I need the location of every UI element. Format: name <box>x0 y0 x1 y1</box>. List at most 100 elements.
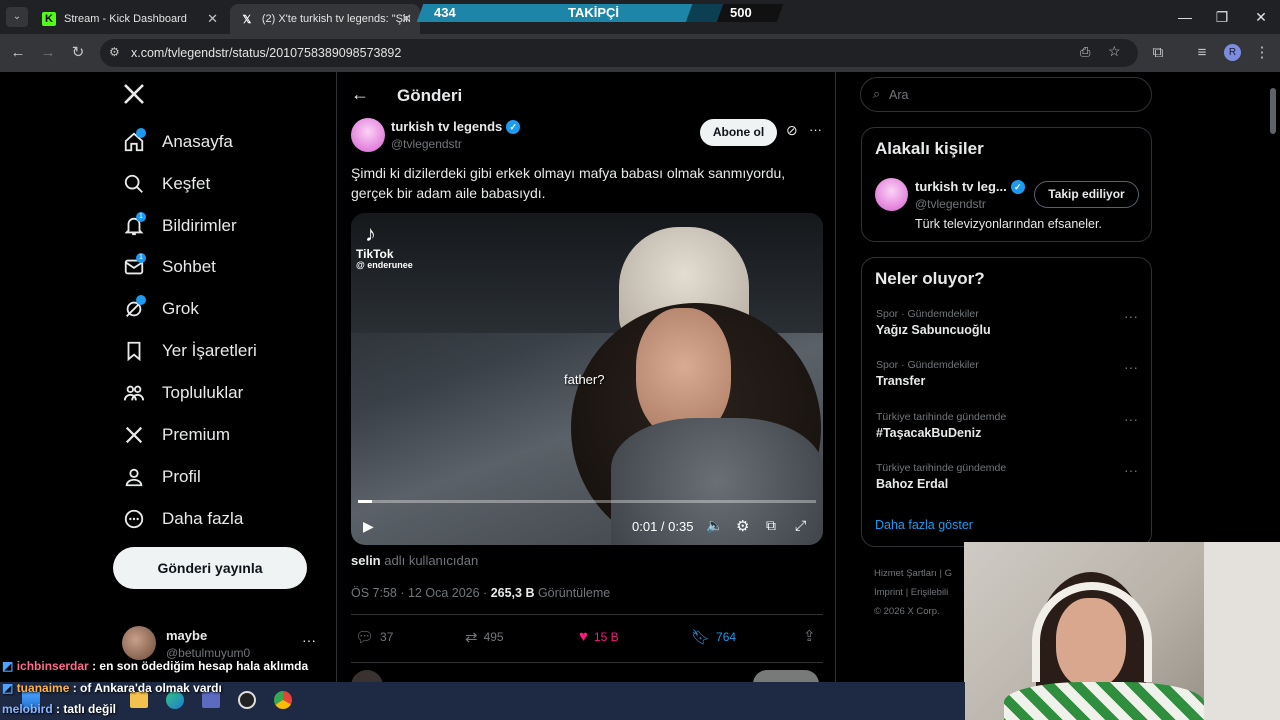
related-avatar[interactable] <box>875 178 908 211</box>
address-bar[interactable]: ⚙ x.com/tvlegendstr/status/2010758389098… <box>100 39 1138 67</box>
footer-cut[interactable]: G <box>945 568 952 579</box>
trend-item[interactable]: Türkiye tarihinde gündemde #TaşacakBuDen… <box>876 411 1138 440</box>
nav-item-premium[interactable]: Premium <box>120 417 230 453</box>
site-info-icon[interactable]: ⚙ <box>109 45 120 59</box>
chat-username: tuanaime <box>16 681 70 695</box>
x-logo-icon[interactable] <box>122 82 150 110</box>
browser-menu-icon[interactable]: ⋮ <box>1252 43 1272 63</box>
browser-toolbar: ← → ↻ ⚙ x.com/tvlegendstr/status/2010758… <box>0 34 1280 72</box>
video-source-user[interactable]: selin <box>351 553 381 568</box>
tab-close-icon[interactable]: ✕ <box>401 11 412 27</box>
extensions-icon[interactable]: ⧉ <box>1148 43 1168 63</box>
video-source-suffix: adlı kullanıcıdan <box>384 553 479 568</box>
nav-label: Keşfet <box>162 174 211 193</box>
restore-icon[interactable]: ❐ <box>1207 6 1237 28</box>
picture-in-picture-icon[interactable]: ⧉ <box>766 517 776 534</box>
nav-label: Topluluklar <box>162 383 244 402</box>
following-button[interactable]: Takip ediliyor <box>1034 181 1139 208</box>
trend-more-icon[interactable]: ··· <box>1124 411 1138 427</box>
kick-icon: K <box>42 12 56 26</box>
chrome-icon[interactable] <box>274 691 292 709</box>
reply-icon: 💬︎ <box>355 629 375 646</box>
nav-label: Grok <box>162 299 199 318</box>
verified-badge-icon: ✓ <box>506 119 521 134</box>
bookmark-star-icon[interactable]: ☆ <box>1108 43 1121 60</box>
install-app-icon[interactable]: ⎙ <box>1080 44 1090 60</box>
post-text: Şimdi ki dizilerdeki gibi erkek olmayı m… <box>351 165 786 201</box>
post-more-icon[interactable]: ··· <box>809 122 822 137</box>
tab-kick-dashboard[interactable]: K Stream - Kick Dashboard ✕ <box>32 4 226 34</box>
profile-avatar[interactable]: R <box>1224 44 1241 61</box>
footer-imprint[interactable]: Imprint <box>874 587 903 598</box>
related-title: Alakalı kişiler <box>875 139 984 158</box>
trend-item[interactable]: Türkiye tarihinde gündemde Bahoz Erdal ·… <box>876 462 1138 491</box>
page-title: Gönderi <box>397 86 463 105</box>
author-name[interactable]: turkish tv legends ✓ <box>391 119 521 134</box>
footer-links: Hizmet Şartları | G Imprint | Erişilebil… <box>874 564 964 621</box>
footer-accessibility[interactable]: Erişilebili <box>911 587 948 598</box>
x-premium-icon <box>120 421 148 449</box>
reply-count: 37 <box>380 630 394 644</box>
trend-item[interactable]: Spor · Gündemdekiler Yağız Sabuncuoğlu ·… <box>876 308 1138 337</box>
home-icon <box>120 128 148 156</box>
nav-item-grok[interactable]: Grok <box>120 291 199 327</box>
video-player[interactable]: ♪ TikTok @ enderunee father? ▶ 0:01 / 0:… <box>351 213 823 545</box>
bookmark-count: 764 <box>716 630 737 644</box>
nav-item-home[interactable]: Anasayfa <box>120 124 233 160</box>
reload-icon[interactable]: ↻ <box>68 43 88 63</box>
scrollbar-thumb[interactable] <box>1270 88 1276 134</box>
nav-item-notifications[interactable]: 1 Bildirimler <box>120 208 237 244</box>
account-handle: @betulmuyum0 <box>166 646 251 660</box>
fullscreen-icon[interactable]: ⤢ <box>795 517 806 534</box>
forward-icon[interactable]: → <box>38 43 58 63</box>
video-progress-track[interactable] <box>358 500 816 503</box>
search-icon <box>120 170 148 198</box>
nav-item-profile[interactable]: Profil <box>120 459 201 495</box>
nav-item-explore[interactable]: Keşfet <box>120 166 210 202</box>
tiktok-icon: ♪ <box>365 221 376 246</box>
search-placeholder: Ara <box>889 88 909 102</box>
back-icon[interactable]: ← <box>8 43 28 63</box>
reply-button[interactable]: 💬︎ 37 <box>355 628 393 646</box>
volume-icon[interactable]: 🔈 <box>706 517 723 534</box>
repost-button[interactable]: ⇄ 495 <box>465 628 504 646</box>
trend-more-icon[interactable]: ··· <box>1124 308 1138 324</box>
back-arrow-icon[interactable]: ← <box>351 84 369 105</box>
close-window-icon[interactable]: ✕ <box>1246 6 1276 28</box>
related-name[interactable]: turkish tv leg... ✓ <box>915 179 1025 194</box>
like-count: 15 B <box>593 629 619 644</box>
author-avatar[interactable] <box>351 118 385 152</box>
like-button[interactable]: ♥ 15 B <box>579 628 619 645</box>
subscribe-button[interactable]: Abone ol <box>700 119 777 146</box>
nav-label: Yer İşaretleri <box>162 341 257 360</box>
minimize-icon[interactable]: — <box>1170 6 1200 28</box>
show-more-link[interactable]: Daha fazla göster <box>875 518 973 532</box>
nav-item-communities[interactable]: Topluluklar <box>120 375 243 411</box>
tab-close-icon[interactable]: ✕ <box>207 11 218 27</box>
post-button[interactable]: Gönderi yayınla <box>113 547 307 589</box>
nav-item-more[interactable]: Daha fazla <box>120 501 243 537</box>
chat-username: ichbinserdar <box>16 659 89 673</box>
settings-icon[interactable]: ⚙ <box>736 517 749 535</box>
chat-username: melobird <box>2 702 53 716</box>
tab-x-post[interactable]: 𝕏 (2) X'te turkish tv legends: "Şim ✕ <box>230 4 420 34</box>
author-handle[interactable]: @tvlegendstr <box>391 137 462 151</box>
account-more-icon[interactable]: ··· <box>302 632 316 648</box>
bookmark-button[interactable]: 🔖︎ 764 <box>691 628 736 646</box>
play-icon[interactable]: ▶ <box>363 518 374 535</box>
trend-more-icon[interactable]: ··· <box>1124 359 1138 375</box>
share-icon[interactable]: ⇪ <box>803 627 816 645</box>
trend-item[interactable]: Spor · Gündemdekiler Transfer ··· <box>876 359 1138 388</box>
search-input[interactable]: ⌕ Ara <box>860 77 1152 112</box>
footer-terms[interactable]: Hizmet Şartları <box>874 568 937 579</box>
grok-explain-icon[interactable]: ⊘ <box>786 122 798 139</box>
tab-search-button[interactable]: ⌄ <box>6 7 28 27</box>
nav-item-bookmarks[interactable]: Yer İşaretleri <box>120 333 257 369</box>
trend-more-icon[interactable]: ··· <box>1124 462 1138 478</box>
post-timestamp[interactable]: ÖS 7:58 · 12 Oca 2026 · <box>351 586 487 600</box>
account-switcher[interactable]: maybe @betulmuyum0 ··· <box>120 624 326 664</box>
obs-icon[interactable] <box>238 691 256 709</box>
nav-label: Bildirimler <box>162 216 237 235</box>
media-controls-icon[interactable]: ≡ <box>1192 43 1212 63</box>
nav-item-messages[interactable]: 1 Sohbet <box>120 249 216 285</box>
